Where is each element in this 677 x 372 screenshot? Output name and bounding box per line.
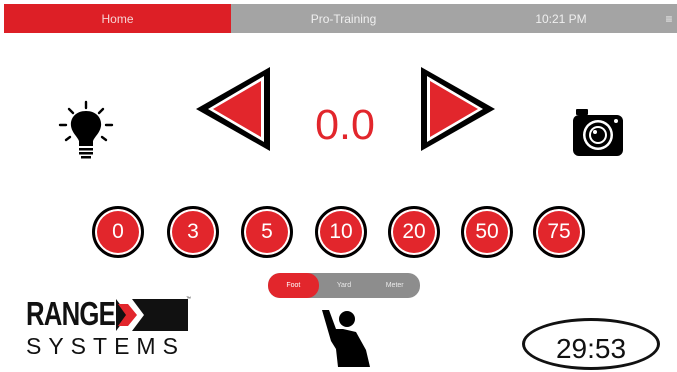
hamburger-menu-icon[interactable]: ≡ (661, 4, 677, 33)
home-tab-label: Home (101, 11, 134, 26)
unit-option-yard[interactable]: Yard (319, 273, 370, 298)
decrease-arrow-button[interactable] (193, 64, 273, 154)
preset-button-3[interactable]: 3 (167, 206, 219, 258)
camera-icon[interactable] (572, 105, 624, 157)
preset-label: 50 (475, 220, 499, 243)
preset-button-0[interactable]: 0 (92, 206, 144, 258)
left-arrow-icon (196, 67, 270, 151)
unit-toggle: Foot Yard Meter (268, 273, 420, 298)
preset-button-50[interactable]: 50 (461, 206, 513, 258)
title-bar: Pro-Training 10:21 PM ≡ (231, 4, 677, 33)
distance-display: 0.0 (315, 101, 375, 149)
logo-word-systems: SYSTEMS (26, 333, 185, 359)
right-arrow-icon (421, 67, 495, 151)
preset-label: 5 (261, 220, 273, 243)
page-title: Pro-Training (310, 11, 377, 26)
preset-button-5[interactable]: 5 (241, 206, 293, 258)
preset-button-20[interactable]: 20 (388, 206, 440, 258)
preset-button-75[interactable]: 75 (533, 206, 585, 258)
logo-word-range: RANGE (26, 295, 116, 332)
increase-arrow-button[interactable] (418, 64, 498, 154)
unit-option-meter[interactable]: Meter (369, 273, 420, 298)
unit-option-foot[interactable]: Foot (268, 273, 319, 298)
session-timer[interactable]: 29:53 (522, 318, 660, 370)
logo-arrow-icon (116, 299, 188, 331)
preset-label: 10 (329, 220, 353, 243)
top-bar: Home Pro-Training 10:21 PM ≡ (4, 4, 677, 35)
preset-label: 20 (402, 220, 426, 243)
preset-label: 75 (547, 220, 571, 243)
range-systems-logo: RANGE ™ (26, 295, 191, 332)
lightbulb-icon[interactable] (56, 100, 116, 166)
home-tab[interactable]: Home (4, 4, 231, 33)
clock-time: 10:21 PM (535, 11, 587, 26)
trademark-mark: ™ (186, 296, 191, 302)
preset-label: 3 (187, 220, 199, 243)
hand-raised-icon[interactable] (316, 308, 372, 367)
preset-label: 0 (112, 220, 124, 243)
preset-button-10[interactable]: 10 (315, 206, 367, 258)
